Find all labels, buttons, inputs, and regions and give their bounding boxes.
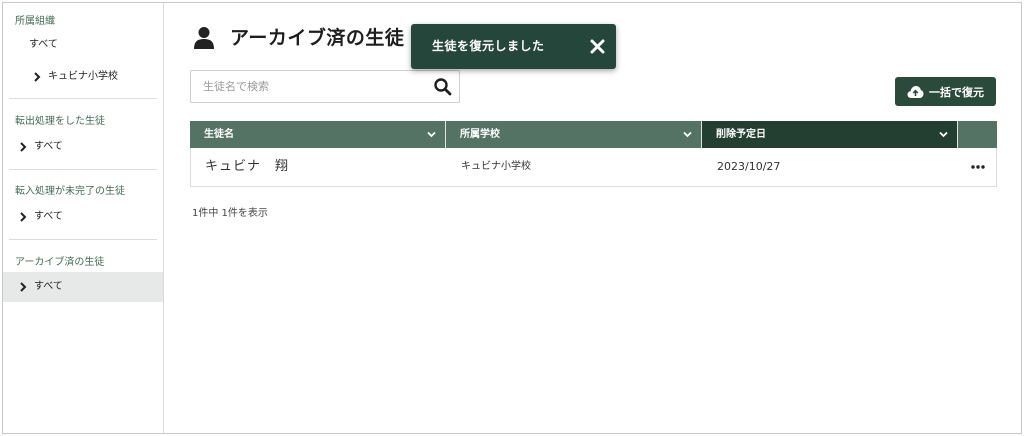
chevron-right-icon: [20, 212, 27, 222]
toast-message: 生徒を復元しました: [432, 39, 545, 53]
search-icon[interactable]: [433, 77, 453, 97]
cloud-upload-icon: [907, 85, 924, 98]
toast-notification: 生徒を復元しました: [411, 24, 616, 69]
students-table: 生徒名 所属学校 削除予定日 キュビナ 翔 キュビナ小学校 2023/10/27: [190, 121, 997, 187]
sidebar-item-cubina-school[interactable]: キュビナ小学校: [3, 62, 163, 92]
search-box: [190, 70, 460, 103]
bulk-restore-label: 一括で復元: [929, 85, 984, 99]
column-header-label: 所属学校: [460, 129, 500, 140]
chevron-down-icon: [939, 131, 948, 138]
sidebar-divider: [9, 98, 157, 99]
chevron-down-icon: [427, 131, 436, 138]
column-header-school[interactable]: 所属学校: [446, 121, 702, 148]
table-header: 生徒名 所属学校 削除予定日: [190, 121, 997, 148]
more-options-icon[interactable]: [970, 162, 986, 172]
app-window: 所属組織 すべて キュビナ小学校 転出処理をした生徒 すべて 転入処理が未完了の…: [2, 2, 1022, 434]
chevron-right-icon: [20, 142, 27, 152]
student-name-cell: キュビナ 翔: [205, 159, 290, 174]
column-header-name[interactable]: 生徒名: [190, 121, 446, 148]
user-icon: [194, 27, 214, 49]
page-title: アーカイブ済の生徒: [230, 27, 405, 49]
column-header-label: 削除予定日: [716, 129, 766, 140]
sidebar-item-label: すべて: [34, 141, 63, 152]
table-row[interactable]: キュビナ 翔 キュビナ小学校 2023/10/27: [190, 148, 997, 187]
chevron-right-icon: [34, 72, 41, 82]
search-input[interactable]: [191, 71, 427, 102]
result-count: 1件中 1件を表示: [192, 208, 268, 219]
close-icon[interactable]: [590, 39, 605, 54]
chevron-right-icon: [20, 282, 27, 292]
column-header-actions: [958, 121, 997, 148]
sidebar-item-label: キュビナ小学校: [48, 71, 118, 82]
school-cell: キュビナ小学校: [461, 161, 531, 172]
column-header-label: 生徒名: [204, 129, 234, 140]
column-header-deletion-date[interactable]: 削除予定日: [702, 121, 958, 148]
sidebar-divider: [9, 239, 157, 240]
chevron-down-icon: [683, 131, 692, 138]
sidebar-item-transfer-in-all[interactable]: すべて: [3, 202, 163, 232]
bulk-restore-button[interactable]: 一括で復元: [895, 77, 996, 106]
sidebar-item-label: すべて: [29, 39, 58, 50]
sidebar-item-transferred-out-all[interactable]: すべて: [3, 132, 163, 162]
sidebar-heading-transferred-out: 転出処理をした生徒: [15, 116, 105, 127]
sidebar-item-label: すべて: [34, 211, 63, 222]
sidebar-heading-transfer-in-pending: 転入処理が未完了の生徒: [15, 186, 125, 197]
sidebar-item-archived-all[interactable]: すべて: [3, 272, 163, 302]
sidebar: 所属組織 すべて キュビナ小学校 転出処理をした生徒 すべて 転入処理が未完了の…: [3, 3, 164, 433]
sidebar-heading-archived: アーカイブ済の生徒: [15, 257, 105, 268]
sidebar-item-org-all[interactable]: すべて: [3, 30, 163, 60]
sidebar-divider: [9, 169, 157, 170]
sidebar-item-label: すべて: [34, 281, 63, 292]
deletion-date-cell: 2023/10/27: [717, 160, 781, 173]
sidebar-heading-organization: 所属組織: [15, 16, 55, 27]
